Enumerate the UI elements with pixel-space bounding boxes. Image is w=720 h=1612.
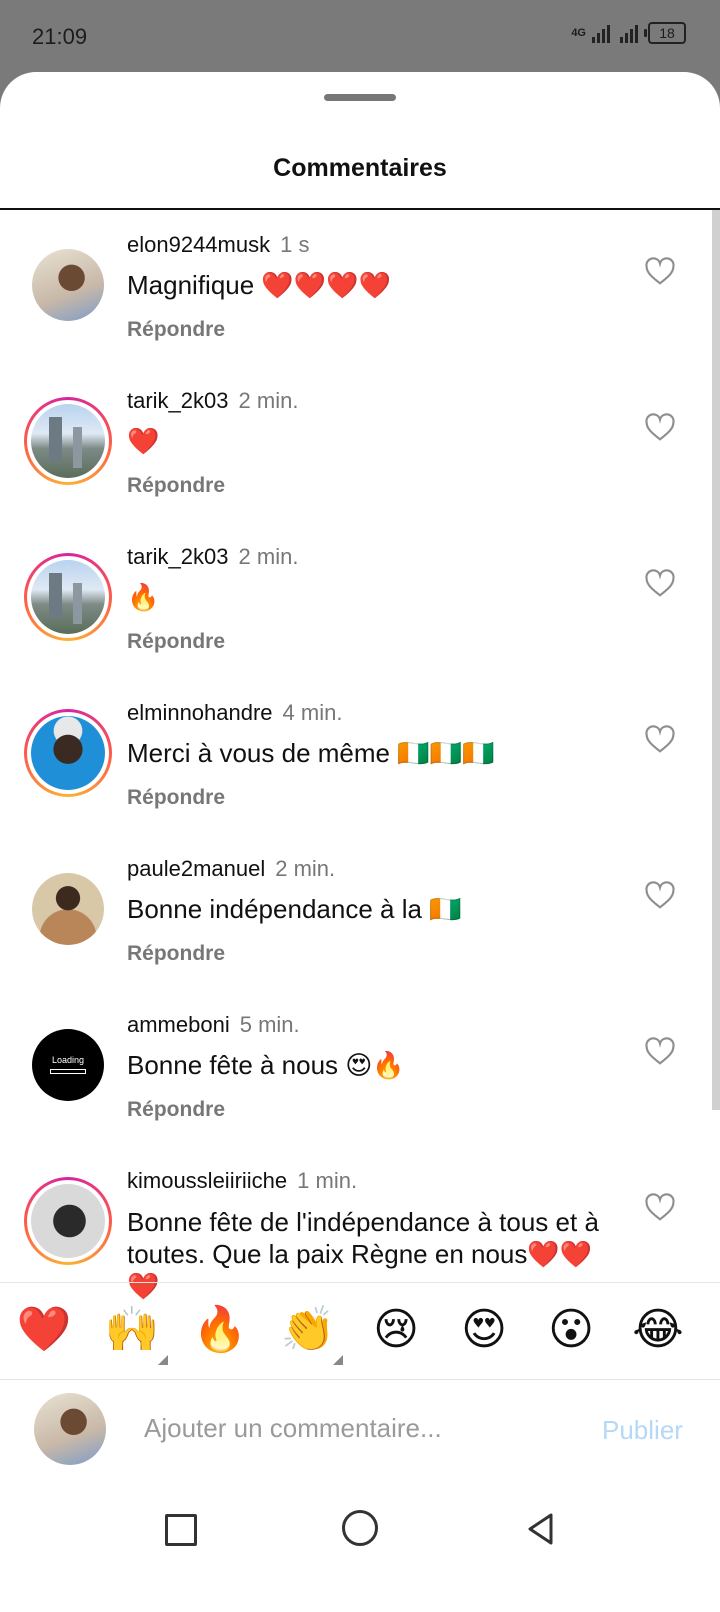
comment-item: elon9244musk 1 s Magnifique ❤️❤️❤️❤️ Répo… (0, 210, 700, 370)
reaction-raised-hands-button[interactable]: 🙌 (102, 1305, 162, 1355)
reply-button[interactable]: Répondre (127, 630, 225, 654)
comment-time: 2 min. (238, 388, 299, 413)
heart-icon[interactable] (644, 724, 676, 756)
comment-item: tarik_2k03 2 min. ❤️ Répondre (0, 366, 700, 526)
avatar[interactable] (24, 865, 112, 953)
avatar[interactable] (24, 1177, 112, 1265)
reaction-laughing-button[interactable]: 😂 (628, 1305, 688, 1355)
comment-text: 🔥 (127, 582, 160, 612)
heart-icon[interactable] (644, 256, 676, 288)
comment-item: paule2manuel 2 min. Bonne indépendance à … (0, 834, 700, 994)
avatar[interactable]: Loading (24, 1021, 112, 1109)
status-time: 21:09 (32, 24, 88, 49)
reply-button[interactable]: Répondre (127, 318, 225, 342)
reply-button[interactable]: Répondre (127, 942, 225, 966)
recent-apps-square-icon[interactable] (165, 1514, 197, 1546)
comment-text: Magnifique ❤️❤️❤️❤️ (127, 270, 391, 300)
comment-username[interactable]: ammeboni (127, 1012, 230, 1037)
back-triangle-icon[interactable] (525, 1512, 557, 1546)
comment-username[interactable]: paule2manuel (127, 856, 265, 881)
comment-text: ❤️ (127, 426, 160, 456)
comment-text: Bonne indépendance à la 🇨🇮 (127, 894, 462, 924)
skin-tone-indicator-icon (158, 1355, 168, 1365)
comment-time: 1 s (280, 232, 310, 257)
reaction-fire-button[interactable]: 🔥 (190, 1305, 250, 1355)
reply-button[interactable]: Répondre (127, 474, 225, 498)
comment-text: Merci à vous de même 🇨🇮🇨🇮🇨🇮 (127, 738, 495, 768)
reaction-heart-eyes-button[interactable]: 😍 (454, 1305, 514, 1355)
reply-button[interactable]: Répondre (127, 1098, 225, 1122)
system-navigation-bar (0, 1488, 720, 1573)
comment-time: 4 min. (282, 700, 343, 725)
drag-handle[interactable] (324, 94, 396, 101)
comments-sheet: Commentaires elon9244musk 1 s Magnifique … (0, 72, 720, 1612)
avatar[interactable] (24, 397, 112, 485)
avatar[interactable] (24, 709, 112, 797)
current-user-avatar (34, 1393, 106, 1465)
avatar[interactable] (24, 241, 112, 329)
network-type: 4G (571, 27, 586, 39)
comment-username[interactable]: elminnohandre (127, 700, 273, 725)
comment-item: Loading ammeboni 5 min. Bonne fête à nous… (0, 990, 700, 1150)
reply-button[interactable]: Répondre (127, 786, 225, 810)
comment-username[interactable]: tarik_2k03 (127, 388, 229, 413)
avatar[interactable] (24, 553, 112, 641)
comment-time: 2 min. (275, 856, 336, 881)
comment-time: 5 min. (239, 1012, 300, 1037)
home-circle-icon[interactable] (342, 1510, 378, 1546)
comment-item: tarik_2k03 2 min. 🔥 Répondre (0, 522, 700, 682)
heart-icon[interactable] (644, 1036, 676, 1068)
comment-composer: Ajouter un commentaire... Publier (0, 1378, 720, 1488)
comment-time: 1 min. (297, 1168, 358, 1193)
heart-icon[interactable] (644, 568, 676, 600)
reaction-crying-button[interactable]: 😢 (366, 1305, 426, 1355)
comment-input[interactable]: Ajouter un commentaire... (144, 1413, 442, 1444)
reaction-clap-button[interactable]: 👏 (278, 1305, 338, 1355)
heart-icon[interactable] (644, 880, 676, 912)
reaction-heart-button[interactable]: ❤️ (14, 1305, 74, 1355)
battery-icon: 18 (644, 22, 686, 44)
publish-button[interactable]: Publier (602, 1415, 683, 1446)
status-icons: 4G 18 (571, 22, 686, 44)
heart-icon[interactable] (644, 412, 676, 444)
status-bar: 21:09 4G 18 (0, 0, 720, 72)
comment-username[interactable]: tarik_2k03 (127, 544, 229, 569)
reaction-surprised-button[interactable]: 😮 (541, 1305, 601, 1355)
skin-tone-indicator-icon (333, 1355, 343, 1365)
heart-icon[interactable] (644, 1192, 676, 1224)
signal-icon-2 (620, 23, 638, 43)
comment-item: elminnohandre 4 min. Merci à vous de même… (0, 678, 700, 838)
comment-time: 2 min. (238, 544, 299, 569)
comment-username[interactable]: kimoussleiiriiche (127, 1168, 287, 1193)
signal-icon (592, 23, 610, 43)
comments-list[interactable]: elon9244musk 1 s Magnifique ❤️❤️❤️❤️ Répo… (0, 210, 720, 1392)
comment-username[interactable]: elon9244musk (127, 232, 270, 257)
avatar-text: Loading (51, 1055, 85, 1065)
comment-text: Bonne fête à nous 😍🔥 (127, 1050, 405, 1080)
scrollbar[interactable] (712, 210, 720, 1110)
sheet-title: Commentaires (273, 154, 447, 182)
quick-reactions-bar: ❤️ 🙌 🔥 👏 😢 😍 😮 😂 (0, 1282, 720, 1380)
